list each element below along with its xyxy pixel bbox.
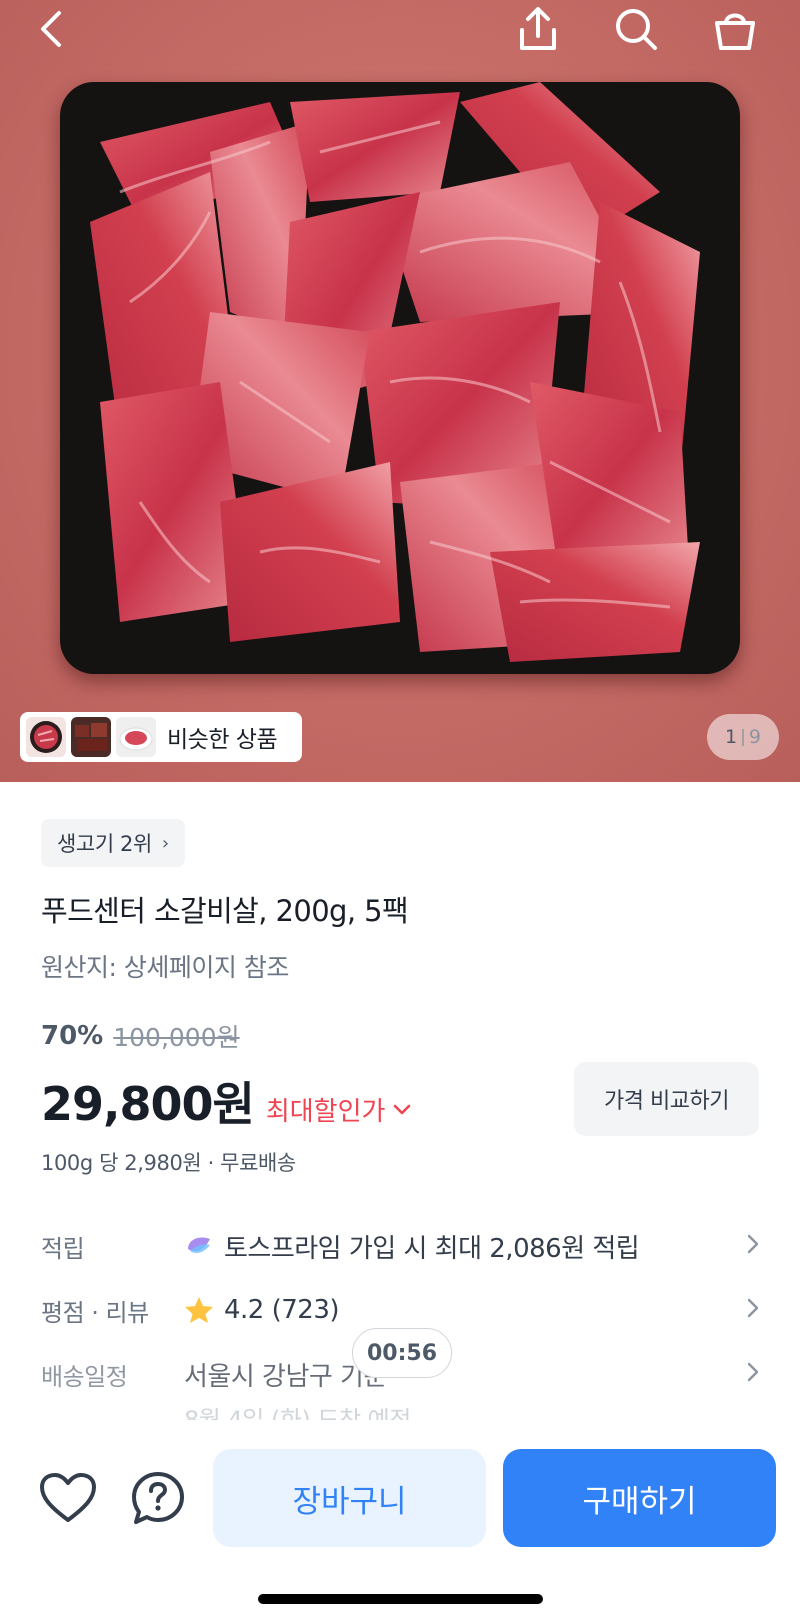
search-icon	[616, 9, 657, 50]
pager-separator: |	[740, 727, 746, 747]
points-value-wrap: 토스프라임 가입 시 최대 2,086원 적립	[184, 1228, 735, 1265]
discount-percent: 70%	[41, 1021, 104, 1051]
back-icon	[41, 11, 61, 47]
points-row[interactable]: 적립 토스프라임 가입 시 최대 2,086원 적립	[41, 1220, 759, 1272]
inquiry-button[interactable]	[126, 1466, 190, 1530]
timer-badge: 00:56	[352, 1328, 452, 1378]
chevron-right-icon: ›	[161, 832, 169, 854]
wishlist-button[interactable]	[36, 1466, 100, 1530]
home-indicator	[258, 1594, 543, 1604]
question-icon	[132, 1472, 184, 1524]
star-icon	[185, 1297, 213, 1323]
price-row: 29,800원 최대할인가	[41, 1068, 411, 1134]
bottom-action-bar: 장바구니 구매하기	[0, 1420, 800, 1616]
similar-thumb-2	[71, 717, 111, 757]
points-label: 적립	[41, 1234, 85, 1263]
chevron-right-icon	[735, 1362, 759, 1386]
pager-total: 9	[748, 726, 761, 748]
sale-price: 29,800원	[41, 1077, 255, 1131]
chevron-right-icon	[735, 1234, 759, 1258]
rating-value-wrap: 4.2 (723)	[184, 1295, 735, 1325]
buy-now-button[interactable]: 구매하기	[503, 1449, 776, 1547]
share-button[interactable]	[508, 0, 568, 58]
max-discount-toggle[interactable]: 최대할인가	[266, 1091, 412, 1128]
max-discount-label: 최대할인가	[265, 1097, 386, 1127]
cart-top-button[interactable]	[705, 0, 765, 58]
product-image-gallery[interactable]: 비슷한 상품 1 | 9	[0, 0, 800, 782]
search-button[interactable]	[606, 0, 666, 58]
cart-icon	[715, 13, 755, 50]
share-icon	[520, 7, 556, 50]
prime-icon	[188, 1237, 210, 1253]
price-compare-button[interactable]: 가격 비교하기	[574, 1062, 759, 1136]
rank-label: 생고기 2위	[57, 832, 152, 856]
product-title: 푸드센터 소갈비살, 200g, 5팩	[41, 894, 409, 928]
back-button[interactable]	[22, 0, 82, 58]
similar-products-label: 비슷한 상품	[167, 727, 278, 753]
add-to-cart-button[interactable]: 장바구니	[213, 1449, 486, 1547]
original-price: 100,000원	[113, 1023, 240, 1052]
pager-current: 1	[725, 726, 738, 748]
unit-price-shipping: 100g 당 2,980원 · 무료배송	[41, 1151, 296, 1175]
similar-thumb-3	[116, 717, 156, 757]
rating-label: 평점 · 리뷰	[41, 1298, 149, 1327]
chevron-right-icon	[735, 1298, 759, 1322]
product-photo	[60, 82, 740, 674]
chevron-down-icon	[394, 1104, 411, 1114]
image-pager: 1 | 9	[707, 714, 779, 760]
category-rank-chip[interactable]: 생고기 2위 ›	[41, 819, 185, 867]
similar-products-button[interactable]: 비슷한 상품	[20, 712, 302, 762]
rating-value: 4.2 (723)	[224, 1295, 340, 1325]
delivery-value: 서울시 강남구 기준	[184, 1361, 387, 1392]
product-origin: 원산지: 상세페이지 참조	[41, 953, 289, 982]
heart-icon	[40, 1473, 96, 1522]
similar-thumb-1	[26, 717, 66, 757]
delivery-label: 배송일정	[41, 1362, 128, 1391]
discount-row: 70% 100,000원	[41, 1018, 240, 1054]
points-value: 토스프라임 가입 시 최대 2,086원 적립	[224, 1233, 640, 1264]
